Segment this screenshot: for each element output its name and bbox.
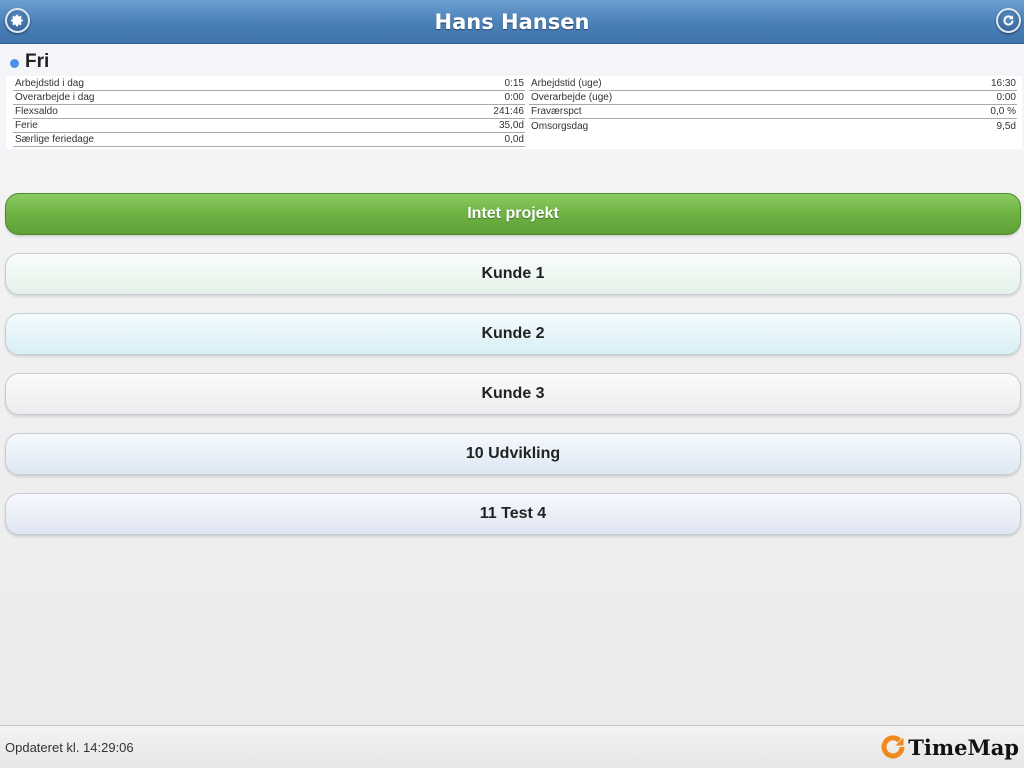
stat-value: 35,0d bbox=[498, 120, 524, 131]
stat-row: Særlige feriedage 0,0d bbox=[13, 133, 525, 147]
stat-row: Ferie 35,0d bbox=[13, 119, 525, 133]
stat-label: Overarbejde (uge) bbox=[531, 92, 613, 103]
stat-value: 0,0d bbox=[504, 134, 524, 145]
stat-label: Særlige feriedage bbox=[15, 134, 94, 145]
updated-timestamp: Opdateret kl. 14:29:06 bbox=[5, 740, 134, 755]
stat-row: Fraværspct 0,0 % bbox=[529, 105, 1017, 119]
stat-value: 9,5d bbox=[996, 120, 1016, 132]
stat-row: Arbejdstid (uge) 16:30 bbox=[529, 77, 1017, 91]
project-button-kunde-3[interactable]: Kunde 3 bbox=[5, 373, 1021, 415]
project-list: Intet projekt Kunde 1 Kunde 2 Kunde 3 10… bbox=[5, 193, 1021, 553]
stat-label: Omsorgsdag bbox=[531, 120, 589, 132]
stat-label: Flexsaldo bbox=[15, 106, 58, 117]
gear-icon bbox=[11, 14, 23, 27]
stat-value: 0,0 % bbox=[990, 106, 1016, 117]
status-row: Fri bbox=[10, 51, 49, 73]
app-header: Hans Hansen bbox=[0, 0, 1024, 44]
footer-bar: Opdateret kl. 14:29:06 TimeMap bbox=[0, 725, 1024, 768]
stat-value: 0:15 bbox=[504, 78, 524, 89]
page-title: Hans Hansen bbox=[434, 10, 590, 34]
timemap-logo-icon bbox=[881, 735, 905, 759]
project-button-test-4[interactable]: 11 Test 4 bbox=[5, 493, 1021, 535]
project-button-udvikling[interactable]: 10 Udvikling bbox=[5, 433, 1021, 475]
stat-value: 0:00 bbox=[504, 92, 524, 103]
stat-value: 241:46 bbox=[493, 106, 524, 117]
project-button-kunde-1[interactable]: Kunde 1 bbox=[5, 253, 1021, 295]
stat-label: Arbejdstid i dag bbox=[15, 78, 84, 89]
stat-label: Ferie bbox=[15, 120, 38, 131]
status-label: Fri bbox=[25, 51, 50, 72]
stat-row: Overarbejde i dag 0:00 bbox=[13, 91, 525, 105]
refresh-button[interactable] bbox=[996, 8, 1021, 33]
stat-row: Overarbejde (uge) 0:00 bbox=[529, 91, 1017, 105]
stat-row: Arbejdstid i dag 0:15 bbox=[13, 77, 525, 91]
stats-right-column: Arbejdstid (uge) 16:30 Overarbejde (uge)… bbox=[529, 77, 1017, 133]
timemap-logo: TimeMap bbox=[880, 734, 1019, 760]
stat-label: Fraværspct bbox=[531, 106, 582, 117]
refresh-icon bbox=[1003, 15, 1014, 26]
stats-left-column: Arbejdstid i dag 0:15 Overarbejde i dag … bbox=[13, 77, 525, 147]
stat-label: Overarbejde i dag bbox=[15, 92, 95, 103]
stat-label: Arbejdstid (uge) bbox=[531, 78, 602, 89]
logo-text: TimeMap bbox=[908, 734, 1019, 760]
project-button-intet-projekt[interactable]: Intet projekt bbox=[5, 193, 1021, 235]
stat-value: 0:00 bbox=[996, 92, 1016, 103]
stat-row: Flexsaldo 241:46 bbox=[13, 105, 525, 119]
project-button-kunde-2[interactable]: Kunde 2 bbox=[5, 313, 1021, 355]
stat-row: Omsorgsdag 9,5d bbox=[529, 119, 1017, 133]
settings-button[interactable] bbox=[5, 8, 30, 33]
status-dot bbox=[10, 59, 19, 68]
stat-value: 16:30 bbox=[990, 78, 1016, 89]
